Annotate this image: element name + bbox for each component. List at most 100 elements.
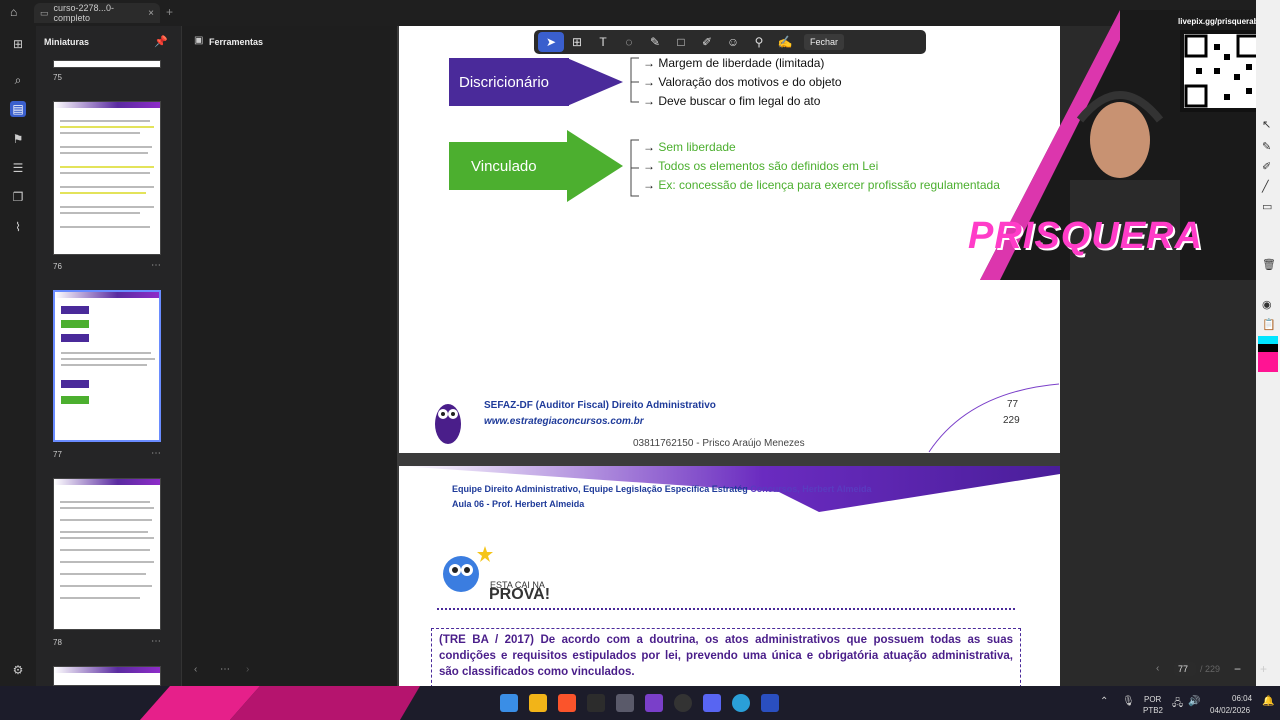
new-tab-button[interactable]: + (166, 5, 173, 19)
mic-icon[interactable]: 🎙 (1122, 696, 1135, 707)
zoom-in-icon[interactable]: + (1260, 662, 1267, 676)
page-78: Equipe Direito Administrativo, Equipe Le… (399, 466, 1060, 686)
page78-header-2: Aula 06 - Prof. Herbert Almeida (452, 499, 585, 509)
file-explorer-icon[interactable] (529, 694, 547, 712)
lang-2[interactable]: PTB2 (1143, 706, 1163, 715)
tab-title: curso-2278...0-completo (53, 3, 115, 23)
vinculado-item-2: → Todos os elementos são definidos em Le… (643, 159, 879, 173)
footer-curve (928, 383, 1060, 453)
ruler-icon[interactable]: ╱ (1262, 180, 1269, 193)
start-icon[interactable] (500, 694, 518, 712)
search-icon[interactable]: ⌕ (10, 72, 26, 88)
comment-tool-icon[interactable]: ◌ (616, 32, 642, 52)
edge-icon[interactable] (732, 694, 750, 712)
obs-icon[interactable] (674, 694, 692, 712)
shape-tool-icon[interactable]: □ (668, 32, 694, 52)
thumbnails-panel: Miniaturas 📌 75 76 ⋯ 77 ⋯ 78 ⋯ (36, 26, 182, 686)
tools-header: Ferramentas (209, 37, 264, 47)
discricionario-label: Discricionário (459, 73, 550, 91)
thumbnail-page-78[interactable] (53, 478, 161, 630)
pdf-app-icon[interactable] (645, 694, 663, 712)
pointer-icon[interactable]: ↖ (1262, 118, 1271, 131)
livepix-label: livepix.gg/prisquerabr (1178, 17, 1262, 26)
scroll-right-icon[interactable]: › (246, 664, 249, 675)
badge-big: PROVA! (489, 586, 551, 603)
qr-code (1180, 30, 1264, 112)
zoom-out-icon[interactable]: − (1234, 662, 1241, 676)
eraser-icon[interactable]: ▭ (1262, 200, 1272, 213)
vinculado-label: Vinculado (471, 157, 537, 175)
thumbnail-menu-78[interactable]: ⋯ (151, 636, 161, 647)
comments-icon[interactable]: ☰ (10, 160, 26, 176)
thumbnail-menu-76[interactable]: ⋯ (151, 260, 161, 271)
volume-icon[interactable]: 🔊 (1188, 696, 1200, 707)
vinculado-item-1: → Sem liberdade (643, 140, 736, 154)
more-icon[interactable]: ⋯ (220, 664, 230, 675)
watermark: 03811762150 - Prisco Araújo Menezes (633, 438, 805, 449)
marker-icon[interactable]: ✐ (1262, 160, 1271, 173)
thumbnails-icon[interactable]: ▤ (10, 101, 26, 117)
footer-site[interactable]: www.estrategiaconcursos.com.br (484, 416, 644, 427)
question-box: (TRE BA / 2017) De acordo com a doutrina… (431, 628, 1021, 686)
attachment-icon[interactable]: ⌇ (10, 219, 26, 235)
pen-icon[interactable]: ✎ (1262, 140, 1271, 153)
taskbar-wallpaper (140, 686, 420, 720)
bookmark-icon[interactable]: ⚑ (10, 131, 26, 147)
prev-page-icon[interactable]: ‹ (1156, 663, 1159, 674)
grid-icon[interactable]: ⊞ (10, 36, 26, 52)
taskbar: ⌃ 🎙 POR PTB2 🖧 🔊 06:04 04/02/2026 🔔 (0, 686, 1280, 720)
left-rail: ⊞ ⌕ ▤ ⚑ ☰ ❐ ⌇ ⚙ (0, 26, 36, 686)
owl-logo (435, 404, 461, 444)
dotted-divider (437, 608, 1015, 610)
brand-text: PRISQUERA (968, 215, 1203, 257)
pages-icon[interactable]: ❐ (10, 189, 26, 205)
tools-panel: ▣ Ferramentas ‹ ⋯ › (182, 26, 397, 686)
phone-icon[interactable] (616, 694, 634, 712)
pen-tool-icon[interactable]: ✐ (694, 32, 720, 52)
vinculado-item-3: → Ex: concessão de licença para exercer … (643, 178, 1000, 192)
brave-icon[interactable] (558, 694, 576, 712)
discord-icon[interactable] (703, 694, 721, 712)
select-tool-icon[interactable]: ➤ (538, 32, 564, 52)
trash-icon[interactable]: 🗑 (1262, 258, 1276, 271)
app-icon[interactable] (761, 694, 779, 712)
document-tab[interactable]: ▭ curso-2278...0-completo × (34, 3, 160, 23)
text-tool-icon[interactable]: T (590, 32, 616, 52)
close-toolbar-button[interactable]: Fechar (804, 34, 845, 50)
thumbnail-page-76[interactable] (53, 101, 161, 255)
lang-1[interactable]: POR (1144, 695, 1161, 704)
terminal-icon[interactable] (587, 694, 605, 712)
page-current-input[interactable]: 77 (1174, 662, 1196, 676)
pin-icon[interactable]: 📌 (154, 35, 168, 48)
highlight-tool-icon[interactable]: ✎ (642, 32, 668, 52)
camera-icon[interactable]: ◉ (1262, 298, 1272, 311)
page78-header-1: Equipe Direito Administrativo, Equipe Le… (452, 484, 872, 494)
notifications-icon[interactable]: 🔔 (1262, 696, 1274, 707)
sticker-tool-icon[interactable]: ☺ (720, 32, 746, 52)
color-cyan[interactable] (1258, 336, 1278, 344)
clipboard-icon[interactable]: 📋 (1262, 318, 1276, 331)
tray-chevron-icon[interactable]: ⌃ (1100, 696, 1108, 707)
thumbnail-page-75[interactable] (53, 60, 161, 68)
vinculado-arrow (567, 130, 623, 202)
discricionario-item-1: → Margem de liberdade (limitada) (643, 56, 825, 70)
stamp-tool-icon[interactable]: ⚲ (746, 32, 772, 52)
clock-date[interactable]: 04/02/2026 (1210, 706, 1250, 715)
close-tab-icon[interactable]: × (148, 8, 154, 19)
discricionario-arrow (567, 58, 623, 106)
settings-icon[interactable]: ⚙ (10, 662, 26, 678)
scroll-left-icon[interactable]: ‹ (194, 664, 197, 675)
thumbnail-menu-77[interactable]: ⋯ (151, 448, 161, 459)
thumbnail-page-79[interactable] (53, 666, 161, 686)
network-icon[interactable]: 🖧 (1172, 696, 1183, 713)
thumbnail-num-78: 78 (53, 638, 62, 647)
signature-tool-icon[interactable]: ✍ (772, 32, 798, 52)
color-black[interactable] (1258, 344, 1278, 352)
color-magenta[interactable] (1258, 352, 1278, 372)
thumbnail-num-75: 75 (53, 73, 62, 82)
area-tool-icon[interactable]: ⊞ (564, 32, 590, 52)
page-navigation: ‹ 77 / 229 − + (1150, 660, 1280, 682)
thumbnail-page-77[interactable] (53, 290, 161, 442)
clock-time[interactable]: 06:04 (1232, 694, 1252, 703)
home-icon[interactable]: ⌂ (10, 5, 17, 19)
